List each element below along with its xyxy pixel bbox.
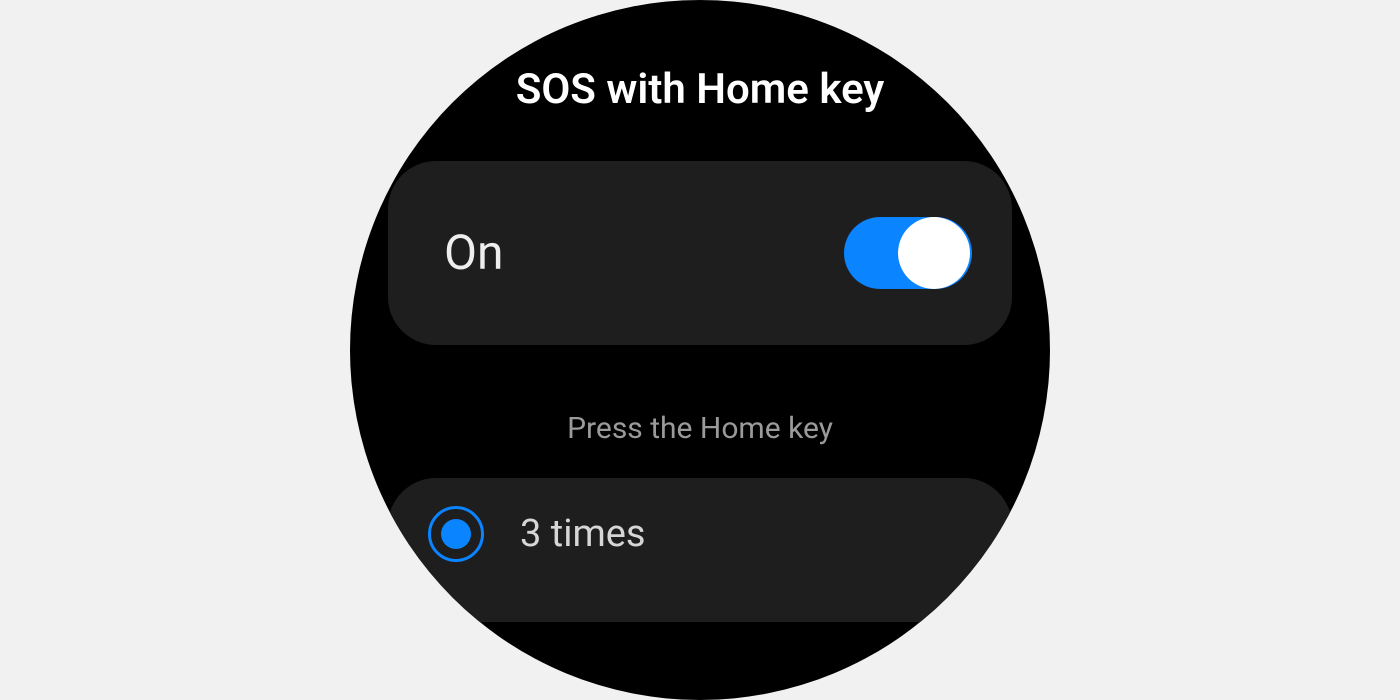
sos-toggle-row[interactable]: On [388, 161, 1012, 345]
screen-content: SOS with Home key On Press the Home key … [350, 0, 1050, 700]
sos-toggle-switch[interactable] [844, 217, 972, 289]
radio-selected-icon [428, 506, 484, 562]
option-3-times[interactable]: 3 times [388, 478, 1012, 622]
switch-knob [898, 217, 970, 289]
page-title: SOS with Home key [350, 64, 1050, 117]
option-label: 3 times [520, 512, 646, 556]
section-label: Press the Home key [350, 411, 1050, 446]
watch-face: SOS with Home key On Press the Home key … [350, 0, 1050, 700]
radio-inner [441, 519, 471, 549]
sos-toggle-label: On [444, 224, 504, 281]
